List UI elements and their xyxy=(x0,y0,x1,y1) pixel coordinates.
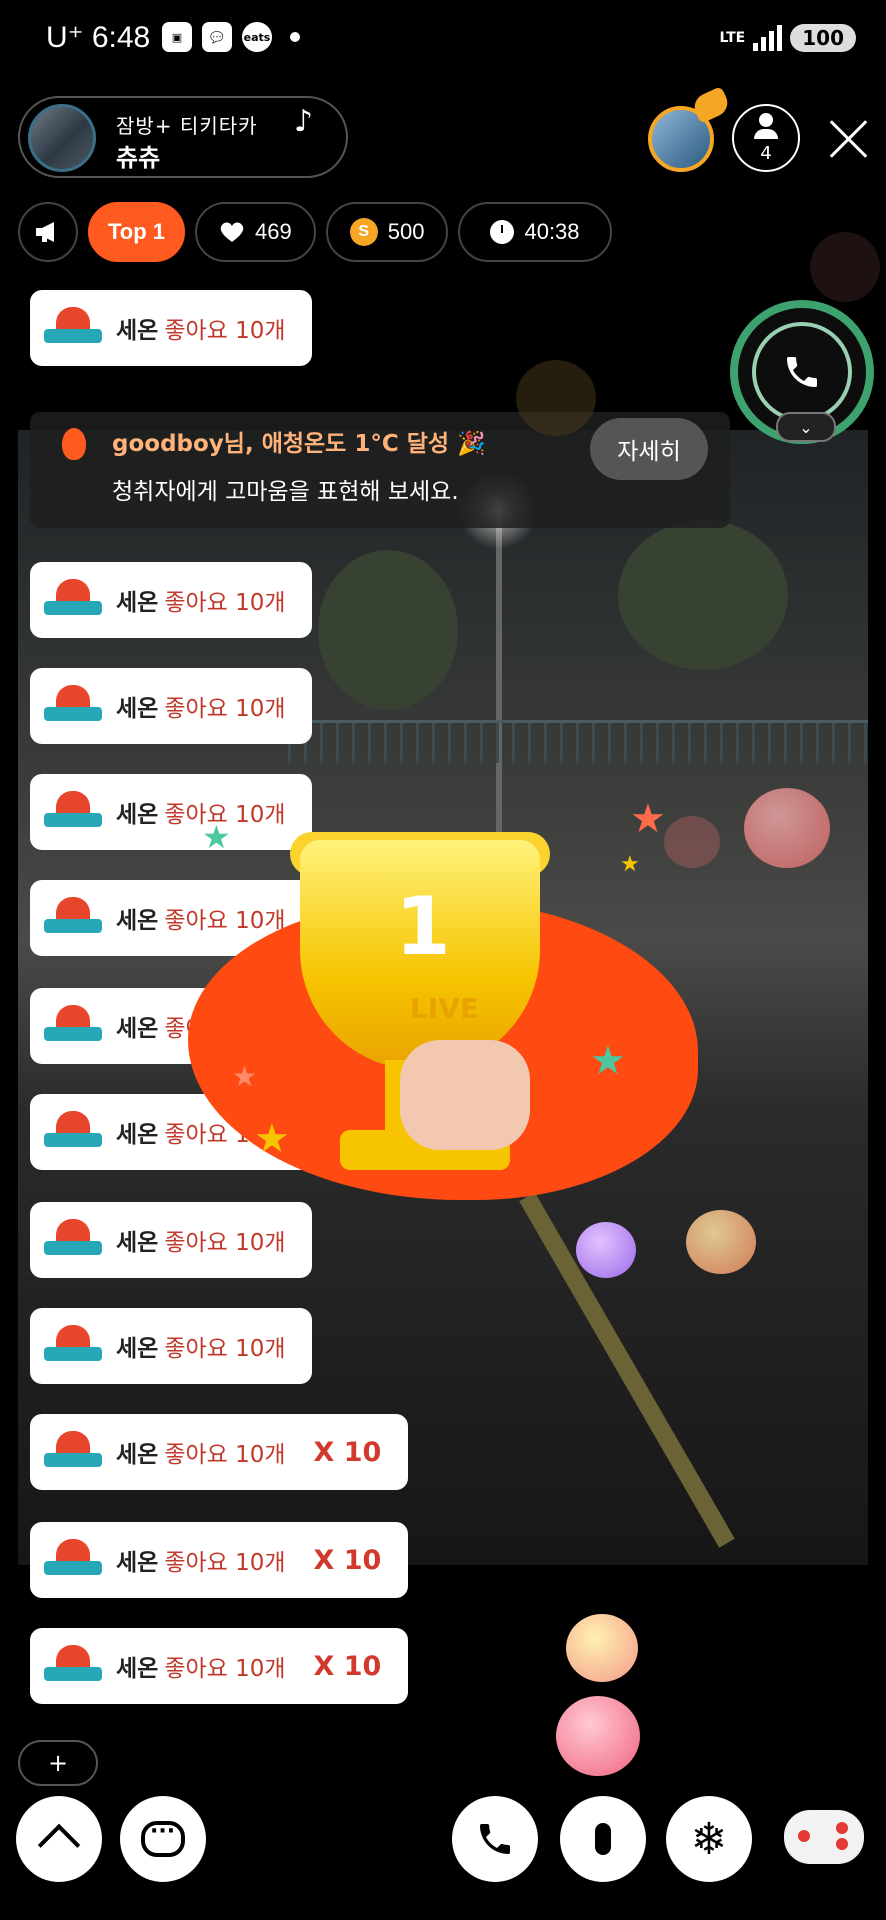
likes-count: 469 xyxy=(255,219,292,244)
close-button[interactable] xyxy=(828,118,870,160)
chat-message: 세온 좋아요 10개 X 10 xyxy=(30,1414,408,1490)
phone-icon xyxy=(787,357,817,387)
notice-title: goodboy님, 애청온도 1°C 달성 🎉 xyxy=(112,431,486,457)
star-icon: ★ xyxy=(232,1060,258,1093)
chat-message: 세온 좋아요 10개 xyxy=(30,562,312,638)
rank-badge[interactable]: Top 1 xyxy=(88,202,186,262)
status-bar: U⁺ 6:48 ▣ 💬 eats LTE 100 xyxy=(0,0,886,80)
like-badge-icon xyxy=(44,1005,102,1047)
floating-heart-icon xyxy=(556,1696,640,1776)
floating-heart-icon xyxy=(576,1222,636,1278)
like-badge-icon xyxy=(44,791,102,833)
like-badge-icon xyxy=(44,685,102,727)
detail-button[interactable]: 자세히 xyxy=(590,418,708,480)
notice-body: 청취자에게 고마움을 표현해 보세요. xyxy=(112,479,459,505)
chat-message: 세온 좋아요 10개 xyxy=(30,1202,312,1278)
star-icon: ★ xyxy=(630,796,666,842)
viewer-count-button[interactable]: 4 xyxy=(732,104,800,172)
star-icon: ★ xyxy=(620,852,640,877)
like-badge-icon xyxy=(44,1431,102,1473)
hand-icon xyxy=(400,1040,530,1150)
snowflake-icon: ❄ xyxy=(690,1813,728,1865)
chevron-down-icon[interactable]: ⌄ xyxy=(776,412,836,442)
chat-button[interactable] xyxy=(120,1796,206,1882)
microphone-icon xyxy=(595,1823,611,1855)
status-right: LTE 100 xyxy=(720,24,856,52)
music-note-icon: ♪ xyxy=(294,104,314,139)
duration: 40:38 xyxy=(524,219,580,244)
chat-message: 세온 좋아요 10개 X 10 xyxy=(30,1628,408,1704)
coin-icon: S xyxy=(349,218,378,246)
floating-heart-icon xyxy=(566,1614,638,1682)
floating-heart-icon xyxy=(744,788,830,868)
like-badge-icon xyxy=(44,307,102,349)
like-badge-icon xyxy=(44,1539,102,1581)
likes-chip[interactable]: 469 xyxy=(195,202,316,262)
mic-button[interactable] xyxy=(560,1796,646,1882)
trophy-number: 1 xyxy=(395,880,451,973)
chat-message: 세온 좋아요 10개 xyxy=(30,1308,312,1384)
coins-chip[interactable]: S 500 xyxy=(325,202,449,262)
star-icon: ★ xyxy=(254,1116,290,1162)
status-icons: ▣ 💬 eats xyxy=(162,22,300,52)
host-name: 츄츄 xyxy=(116,144,161,172)
viewer-count: 4 xyxy=(760,142,772,164)
phone-icon xyxy=(480,1824,510,1854)
star-icon: ★ xyxy=(590,1038,626,1084)
chat-message: 세온 좋아요 10개 xyxy=(30,668,312,744)
room-title: 잠방+ 티키타카 xyxy=(116,114,258,138)
stats-row: Top 1 469 S 500 40:38 xyxy=(18,202,612,262)
expand-up-button[interactable] xyxy=(16,1796,102,1882)
coins-count: 500 xyxy=(387,219,425,244)
clock-icon xyxy=(490,220,515,244)
chat-icon xyxy=(141,1819,185,1857)
messages-icon: 💬 xyxy=(202,22,232,52)
chat-message: 세온 좋아요 10개 X 10 xyxy=(30,1522,408,1598)
screenshot-icon: ▣ xyxy=(162,22,192,52)
star-icon: ★ xyxy=(202,818,231,856)
call-float-button[interactable]: ⌄ xyxy=(730,300,874,444)
heart-icon xyxy=(220,222,244,242)
add-button[interactable]: + xyxy=(18,1740,98,1786)
flame-icon xyxy=(62,428,86,460)
fence xyxy=(288,720,868,763)
notification-dot-icon xyxy=(290,32,300,42)
carrier-time: U⁺ 6:48 xyxy=(46,21,151,54)
coupang-eats-icon: eats xyxy=(242,22,272,52)
game-controller-icon[interactable] xyxy=(784,1810,864,1864)
megaphone-button[interactable] xyxy=(18,202,78,262)
floating-heart-icon xyxy=(686,1210,756,1274)
host-avatar xyxy=(28,104,96,172)
like-badge-icon xyxy=(44,579,102,621)
like-badge-icon xyxy=(44,1219,102,1261)
signal-icon xyxy=(753,25,783,51)
megaphone-icon xyxy=(36,222,54,242)
host-info-pill[interactable]: 잠방+ 티키타카 ♪ 츄츄 xyxy=(18,96,348,178)
battery-indicator: 100 xyxy=(790,24,856,52)
like-badge-icon xyxy=(44,1645,102,1687)
chat-message: 세온 좋아요 10개 xyxy=(30,774,312,850)
like-badge-icon xyxy=(44,897,102,939)
duration-chip: 40:38 xyxy=(458,202,612,262)
call-button[interactable] xyxy=(452,1796,538,1882)
chevron-up-icon xyxy=(37,1823,81,1867)
network-type: LTE xyxy=(719,30,746,46)
chat-message: 세온 좋아요 10개 xyxy=(30,290,312,366)
floating-heart-icon xyxy=(810,232,880,302)
floating-heart-icon xyxy=(664,816,720,868)
trophy-label: LIVE xyxy=(410,992,480,1025)
floating-heart-icon xyxy=(516,360,596,436)
person-icon xyxy=(759,112,773,127)
like-badge-icon xyxy=(44,1325,102,1367)
like-badge-icon xyxy=(44,1111,102,1153)
freeze-button[interactable]: ❄ xyxy=(666,1796,752,1882)
